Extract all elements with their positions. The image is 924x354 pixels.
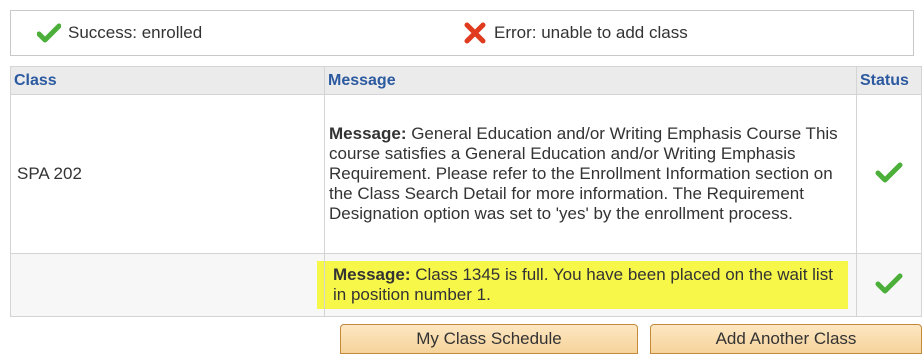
status-legend: Success: enrolled Error: unable to add c… <box>10 10 914 56</box>
class-cell <box>10 253 325 317</box>
column-header-status: Status <box>856 66 922 95</box>
enrollment-results-table: Class Message Status SPA 202 Message: Ge… <box>10 66 922 317</box>
class-cell: SPA 202 <box>10 94 325 254</box>
legend-success-label: Success: enrolled <box>68 23 203 42</box>
message-cell: Message: Class 1345 is full. You have be… <box>317 253 857 317</box>
message-cell: Message: General Education and/or Writin… <box>324 94 857 254</box>
message-label: Message: <box>333 265 411 284</box>
my-class-schedule-button[interactable]: My Class Schedule <box>340 324 638 354</box>
status-cell <box>856 253 922 317</box>
legend-success: Success: enrolled <box>37 11 202 55</box>
status-cell <box>856 94 922 254</box>
highlighted-message: Message: Class 1345 is full. You have be… <box>317 261 848 309</box>
table-row: Message: Class 1345 is full. You have be… <box>10 253 922 317</box>
column-header-class: Class <box>10 66 325 95</box>
success-check-icon <box>875 162 903 187</box>
check-icon <box>37 23 61 43</box>
message-text: General Education and/or Writing Emphasi… <box>329 124 838 223</box>
legend-error-label: Error: unable to add class <box>494 23 688 42</box>
success-check-icon <box>875 273 903 298</box>
table-row: SPA 202 Message: General Education and/o… <box>10 94 922 254</box>
add-another-class-button[interactable]: Add Another Class <box>650 324 922 354</box>
message-label: Message: <box>329 124 407 143</box>
legend-error: Error: unable to add class <box>463 11 688 55</box>
error-x-icon <box>463 22 487 44</box>
column-header-message: Message <box>324 66 857 95</box>
table-header-row: Class Message Status <box>10 66 922 95</box>
